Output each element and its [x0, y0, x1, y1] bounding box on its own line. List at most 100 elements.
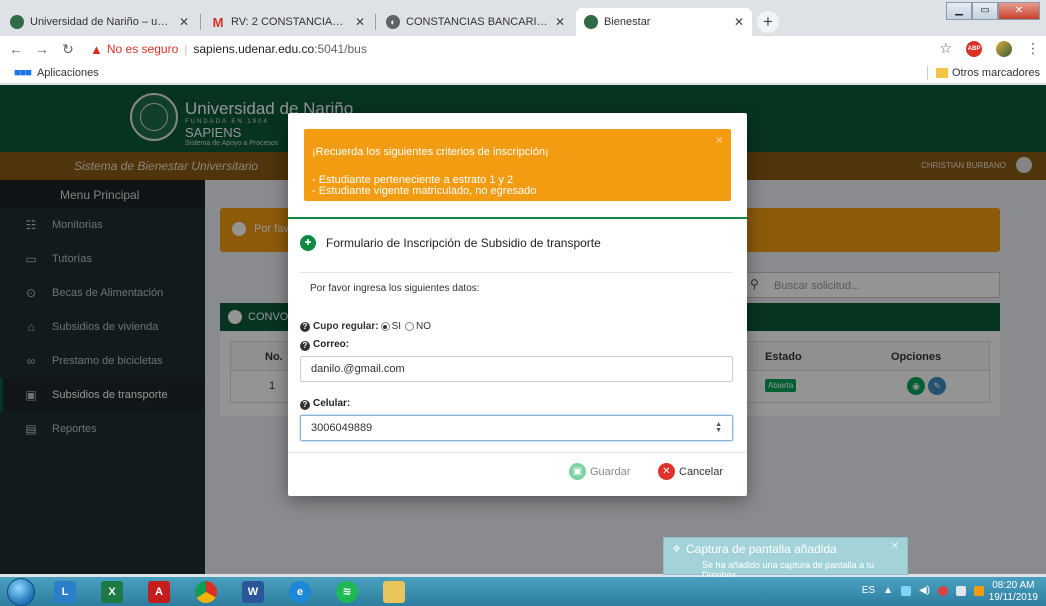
lync-icon: L	[54, 581, 76, 603]
taskbar-app-acrobat[interactable]: A	[139, 579, 179, 605]
extension-icon[interactable]	[996, 40, 1012, 57]
folder-icon	[383, 581, 405, 603]
omnibox-separator: |	[184, 42, 188, 56]
taskbar-app-word[interactable]: W	[233, 579, 273, 605]
taskbar-app-chrome[interactable]	[186, 579, 226, 605]
window-controls: ▁ ▭ ✕	[946, 2, 1040, 20]
cancel-button[interactable]: ✕ Cancelar	[658, 463, 723, 480]
bookmarks-separator	[926, 66, 928, 80]
tab-title: Bienestar	[604, 16, 651, 28]
document-favicon-icon: ◐	[386, 15, 400, 29]
forward-arrow-icon[interactable]: →	[32, 41, 52, 57]
reload-icon[interactable]: ↻	[58, 41, 78, 58]
criteria-alert: ¡Recuerda los siguientes criterios de in…	[304, 129, 731, 201]
cancel-label: Cancelar	[679, 465, 724, 478]
cupo-no-label: NO	[416, 321, 432, 332]
cupo-no-radio[interactable]	[405, 322, 415, 331]
back-arrow-icon[interactable]: ←	[6, 41, 26, 57]
cupo-si-radio[interactable]	[380, 322, 390, 331]
web-page: Universidad de Nariño FUNDADA EN 1904 SA…	[0, 85, 1046, 574]
dropbox-tray-icon[interactable]	[900, 585, 911, 596]
tab-title: RV: 2 CONSTANCIAS FALTANTES	[231, 16, 349, 28]
minimize-button[interactable]: ▁	[946, 2, 972, 20]
correo-label-row: ? Correo:	[300, 339, 349, 351]
correo-label: Correo:	[313, 339, 350, 350]
tray-expand-icon[interactable]: ▲	[883, 585, 893, 596]
cupo-si-label: SI	[391, 321, 402, 332]
celular-input[interactable]: 3006049889 ▲ ▼	[300, 415, 733, 441]
new-tab-button[interactable]: +	[757, 11, 779, 33]
dropbox-icon: ❖	[672, 544, 681, 555]
save-label: Guardar	[590, 465, 631, 478]
chrome-icon	[195, 581, 217, 603]
chrome-menu-icon[interactable]: ⋮	[1026, 40, 1040, 57]
cupo-label: Cupo regular:	[313, 321, 379, 332]
browser-toolbar: ← → ↻ ▲ No es seguro | sapiens.udenar.ed…	[0, 36, 1046, 62]
apps-grid-icon[interactable]: ■■■	[14, 67, 32, 79]
antivirus-tray-icon[interactable]	[938, 585, 948, 596]
correo-input[interactable]: danilo.@gmail.com	[300, 356, 733, 382]
taskbar-app-excel[interactable]: X	[92, 579, 132, 605]
language-indicator[interactable]: ES	[862, 585, 875, 596]
dropbox-notification[interactable]: ❖ Captura de pantalla añadida Se ha añad…	[663, 537, 908, 580]
alert-tray-icon[interactable]	[974, 585, 984, 596]
close-tab-icon[interactable]: ✕	[734, 15, 744, 29]
system-clock[interactable]: 08:20 AM 19/11/2019	[989, 580, 1038, 604]
close-tab-icon[interactable]: ✕	[555, 15, 565, 29]
udenar-favicon-icon	[584, 15, 598, 29]
taskbar-app-explorer[interactable]	[374, 579, 414, 605]
other-bookmarks[interactable]: Otros marcadores	[926, 66, 1040, 80]
toolbar-actions: ☆ ABP ⋮	[939, 40, 1040, 57]
tab-bienestar[interactable]: Bienestar ✕	[576, 8, 752, 36]
adblock-plus-icon[interactable]: ABP	[966, 40, 982, 57]
close-tab-icon[interactable]: ✕	[355, 15, 365, 29]
taskbar-app-lync[interactable]: L	[45, 579, 85, 605]
notification-close-icon[interactable]: ✕	[891, 541, 899, 552]
clock-time: 08:20 AM	[992, 580, 1035, 591]
volume-icon[interactable]: ◀)	[919, 585, 930, 596]
celular-value: 3006049889	[311, 422, 373, 434]
tab-title: CONSTANCIAS BANCARIAS (3).p	[406, 16, 549, 28]
start-button[interactable]	[7, 578, 35, 606]
header-divider	[300, 272, 732, 273]
warning-triangle-icon: ▲	[90, 41, 103, 57]
save-icon: ▣	[569, 463, 586, 480]
internet-explorer-icon: e	[289, 581, 311, 603]
close-tab-icon[interactable]: ✕	[179, 15, 189, 29]
notification-title: Captura de pantalla añadida	[686, 542, 837, 556]
close-alert-icon[interactable]: ×	[715, 132, 723, 147]
inscription-modal: ¡Recuerda los siguientes criterios de in…	[288, 113, 747, 496]
taskbar-app-spotify[interactable]: ≋	[327, 579, 367, 605]
question-circle-icon: ?	[300, 341, 310, 351]
browser-tab-strip: Universidad de Nariño – udenar ✕ M RV: 2…	[0, 0, 1046, 36]
save-button[interactable]: ▣ Guardar	[569, 463, 630, 480]
tab-constancias[interactable]: ◐ CONSTANCIAS BANCARIAS (3).p ✕	[378, 8, 573, 36]
maximize-button[interactable]: ▭	[972, 2, 998, 20]
tab-separator	[375, 14, 376, 30]
excel-icon: X	[101, 581, 123, 603]
cancel-icon: ✕	[658, 463, 675, 480]
footer-divider	[288, 452, 747, 453]
bookmark-apps[interactable]: Aplicaciones	[37, 67, 99, 79]
security-label[interactable]: No es seguro	[107, 42, 178, 56]
bookmark-star-icon[interactable]: ☆	[939, 40, 952, 57]
number-spinner-icon[interactable]: ▲ ▼	[715, 421, 722, 434]
system-tray: ES ▲ ◀)	[862, 585, 984, 596]
network-icon[interactable]	[956, 585, 966, 596]
spotify-icon: ≋	[336, 581, 358, 603]
criteria-line-2: - Estudiante vigente matriculado, no egr…	[312, 185, 537, 197]
tab-title: Universidad de Nariño – udenar	[30, 16, 173, 28]
gmail-icon: M	[212, 14, 224, 30]
tab-udenar[interactable]: Universidad de Nariño – udenar ✕	[2, 8, 197, 36]
modal-title: Formulario de Inscripción de Subsidio de…	[326, 236, 601, 250]
taskbar-app-ie[interactable]: e	[280, 579, 320, 605]
close-window-button[interactable]: ✕	[998, 2, 1040, 20]
tab-gmail[interactable]: M RV: 2 CONSTANCIAS FALTANTES ✕	[203, 8, 373, 36]
form-icon: ✚	[300, 235, 316, 251]
url-path: :5041/bus	[314, 42, 367, 56]
form-intro: Por favor ingresa los siguientes datos:	[310, 283, 480, 294]
celular-label-row: ? Celular:	[300, 398, 350, 410]
udenar-favicon-icon	[10, 15, 24, 29]
address-bar[interactable]: ▲ No es seguro | sapiens.udenar.edu.co:5…	[90, 42, 367, 57]
bookmarks-bar: ■■■ Aplicaciones Otros marcadores	[0, 62, 1046, 84]
